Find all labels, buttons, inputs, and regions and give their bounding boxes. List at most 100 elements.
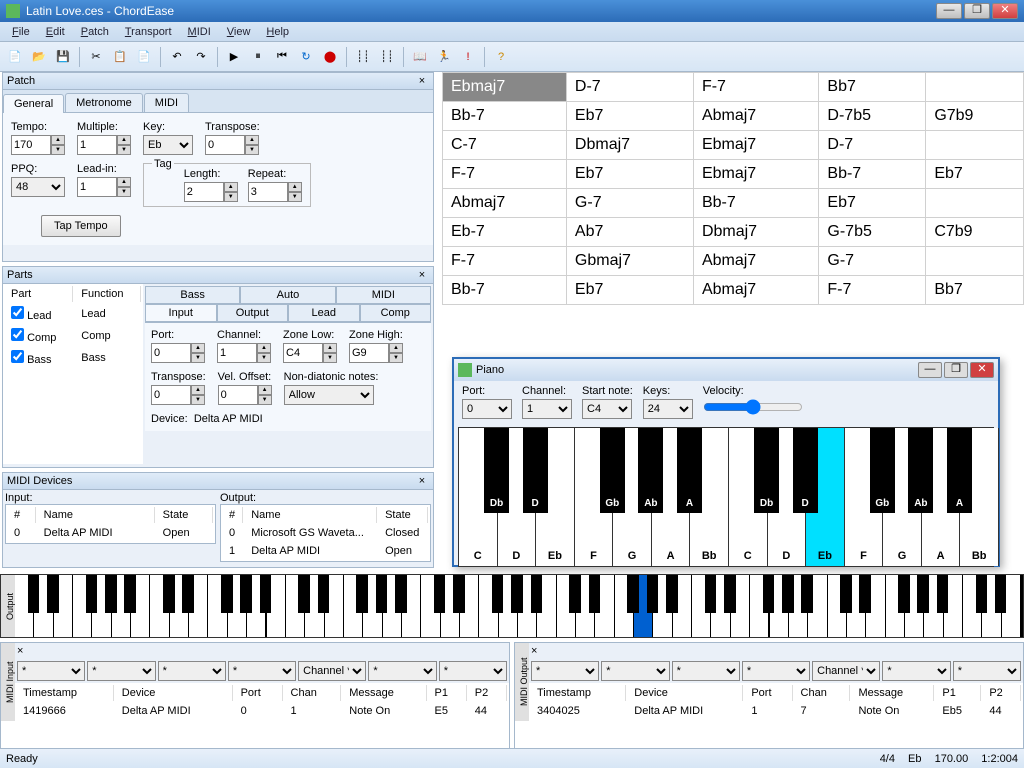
chord-cell[interactable]: Ebmaj7 [443,73,567,102]
black-key[interactable]: Db [754,428,779,513]
log-filter-select[interactable]: Channel * [812,661,880,681]
chord-cell[interactable]: F-7 [443,160,567,189]
chord-cell[interactable]: G7b9 [926,102,1024,131]
black-key[interactable]: Gb [870,428,895,513]
chord-cell[interactable]: D-7b5 [819,102,926,131]
chord-cell[interactable]: G-7b5 [819,218,926,247]
chord-cell[interactable] [926,73,1024,102]
tool-icon-1[interactable]: ┊┊ [352,46,374,68]
chord-cell[interactable]: Abmaj7 [693,102,818,131]
chord-cell[interactable]: Bb7 [926,276,1024,305]
chord-cell[interactable]: Dbmaj7 [693,218,818,247]
log-filter-select[interactable]: Channel * [298,661,366,681]
ppq-select[interactable]: 48 [11,177,65,197]
output-black-key[interactable] [86,575,98,613]
parts-col-part[interactable]: Part [5,286,73,302]
chord-cell[interactable]: Ab7 [566,218,693,247]
output-black-key[interactable] [859,575,871,613]
redo-icon[interactable]: ↷ [190,46,212,68]
log-filter-select[interactable]: * [672,661,740,681]
minimize-button[interactable]: — [936,3,962,19]
output-black-key[interactable] [492,575,504,613]
output-black-key[interactable] [434,575,446,613]
part-transpose-input[interactable] [151,385,191,405]
log-filter-select[interactable]: * [17,661,85,681]
output-black-key[interactable] [569,575,581,613]
key-select[interactable]: Eb [143,135,193,155]
log-col-header[interactable]: Message [343,685,426,701]
menu-view[interactable]: View [219,24,259,40]
chord-cell[interactable]: G-7 [819,247,926,276]
output-black-key[interactable] [221,575,233,613]
cut-icon[interactable]: ✂ [85,46,107,68]
piano-port-select[interactable]: 0 [462,399,512,419]
log-col-header[interactable]: Message [852,685,934,701]
output-black-key[interactable] [376,575,388,613]
veloff-input[interactable] [218,385,258,405]
subtab-auto[interactable]: Auto [240,286,335,304]
output-black-key[interactable] [840,575,852,613]
zonehigh-input[interactable] [349,343,389,363]
chord-cell[interactable]: F-7 [819,276,926,305]
ndn-select[interactable]: Allow [284,385,374,405]
subtab-bass[interactable]: Bass [145,286,240,304]
part-comp-check[interactable] [11,328,24,341]
output-black-key[interactable] [666,575,678,613]
chord-cell[interactable]: F-7 [443,247,567,276]
log-filter-select[interactable]: * [87,661,155,681]
output-black-key[interactable] [182,575,194,613]
black-key[interactable]: Ab [908,428,933,513]
tab-midi[interactable]: MIDI [144,93,189,112]
subtab-output[interactable]: Output [217,304,289,322]
chord-cell[interactable]: Bb-7 [443,102,567,131]
midi-input-close-icon[interactable]: × [17,645,23,657]
tool-icon-2[interactable]: ┊┊ [376,46,398,68]
chord-cell[interactable] [926,247,1024,276]
output-black-key[interactable] [898,575,910,613]
chord-cell[interactable]: Eb7 [566,102,693,131]
chord-cell[interactable]: Gbmaj7 [566,247,693,276]
log-col-header[interactable]: Device [628,685,743,701]
piano-velocity-slider[interactable] [703,399,803,415]
log-filter-select[interactable]: * [368,661,436,681]
menu-patch[interactable]: Patch [73,24,117,40]
output-black-key[interactable] [724,575,736,613]
new-icon[interactable]: 📄 [4,46,26,68]
transpose-input[interactable] [205,135,245,155]
log-col-header[interactable]: Port [235,685,283,701]
log-filter-select[interactable]: * [439,661,507,681]
zonelow-input[interactable] [283,343,323,363]
save-icon[interactable]: 💾 [52,46,74,68]
black-key[interactable]: Db [484,428,509,513]
subtab-midi[interactable]: MIDI [336,286,431,304]
chord-cell[interactable]: Abmaj7 [693,276,818,305]
tab-general[interactable]: General [3,94,64,113]
output-black-key[interactable] [124,575,136,613]
output-black-key[interactable] [240,575,252,613]
output-black-key[interactable] [511,575,523,613]
midi-devices-close-icon[interactable]: × [415,475,429,487]
output-black-key[interactable] [705,575,717,613]
part-channel-input[interactable] [217,343,257,363]
subtab-lead[interactable]: Lead [288,304,360,322]
log-col-header[interactable]: P2 [983,685,1021,701]
play-icon[interactable]: ▶ [223,46,245,68]
multiple-input[interactable] [77,135,117,155]
log-filter-select[interactable]: * [228,661,296,681]
log-col-header[interactable]: P1 [936,685,981,701]
piano-close-button[interactable]: ✕ [970,362,994,378]
parts-col-function[interactable]: Function [75,286,141,302]
log-col-header[interactable]: P2 [469,685,507,701]
output-black-key[interactable] [318,575,330,613]
chord-cell[interactable]: Bb-7 [693,189,818,218]
output-black-key[interactable] [531,575,543,613]
pause-icon[interactable]: ⏸ [247,46,269,68]
leadin-input[interactable] [77,177,117,197]
piano-minimize-button[interactable]: — [918,362,942,378]
record-icon[interactable]: ⬤ [319,46,341,68]
paste-icon[interactable]: 📄 [133,46,155,68]
part-lead-check[interactable] [11,306,24,319]
log-filter-select[interactable]: * [531,661,599,681]
chord-cell[interactable]: Bb-7 [819,160,926,189]
subtab-input[interactable]: Input [145,304,217,322]
